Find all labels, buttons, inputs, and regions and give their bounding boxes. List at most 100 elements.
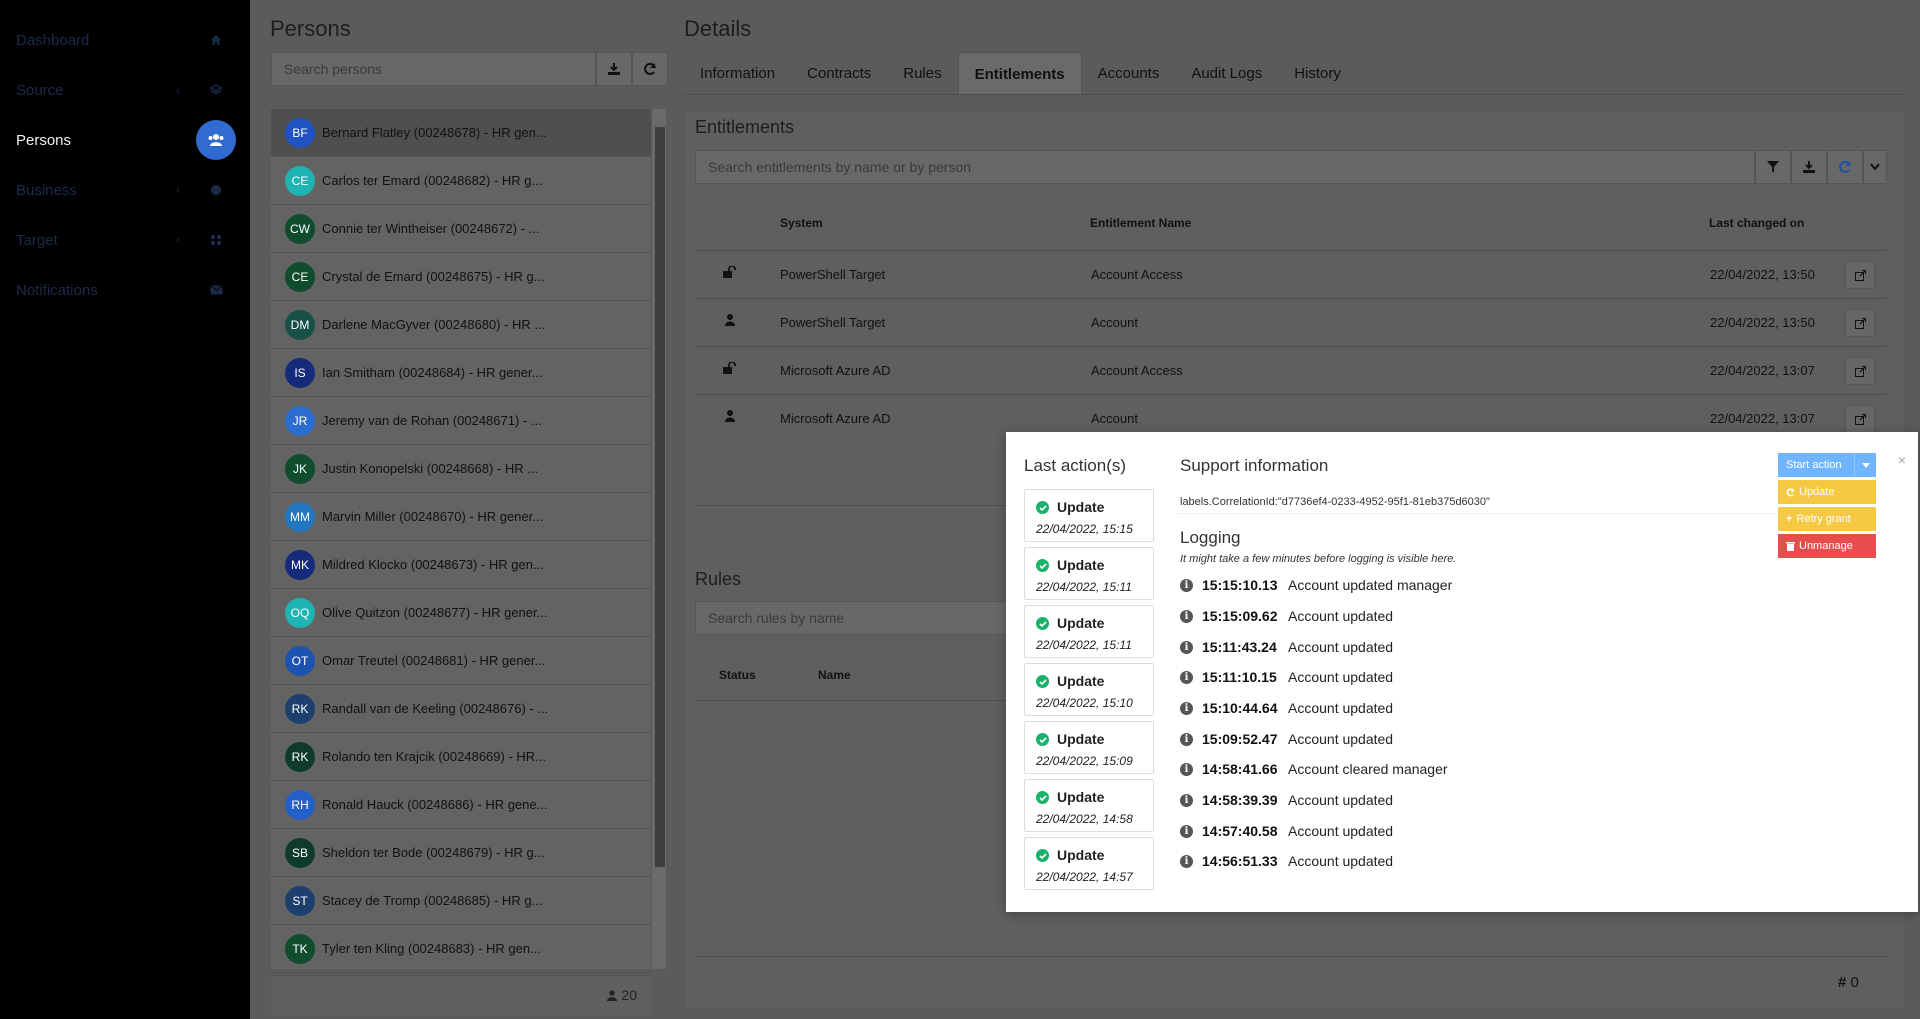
log-entry: i 14:58:39.39 Account updated bbox=[1180, 789, 1393, 811]
action-label: Update bbox=[1057, 673, 1105, 689]
list-item[interactable]: CE Carlos ter Emard (00248682) - HR g... bbox=[271, 157, 651, 205]
download-icon bbox=[1803, 161, 1815, 173]
action-date: 22/04/2022, 14:58 bbox=[1036, 812, 1133, 826]
refresh-button[interactable] bbox=[632, 52, 668, 86]
person-name: Randall van de Keeling (00248676) - ... bbox=[322, 701, 549, 716]
action-card[interactable]: Update 22/04/2022, 14:58 bbox=[1024, 779, 1154, 832]
start-action-button[interactable]: Start action bbox=[1778, 453, 1876, 477]
list-item[interactable]: OT Omar Treutel (00248681) - HR gener... bbox=[271, 637, 651, 685]
action-date: 22/04/2022, 15:11 bbox=[1036, 580, 1132, 594]
column-header-name[interactable]: Name bbox=[818, 668, 851, 682]
person-name: Ian Smitham (00248684) - HR gener... bbox=[322, 365, 543, 380]
list-item[interactable]: RK Randall van de Keeling (00248676) - .… bbox=[271, 685, 651, 733]
action-card[interactable]: Update 22/04/2022, 15:09 bbox=[1024, 721, 1154, 774]
log-message: Account cleared manager bbox=[1288, 761, 1448, 777]
sidebar-item-source[interactable]: Source ‹ bbox=[0, 65, 250, 115]
tab-accounts[interactable]: Accounts bbox=[1082, 52, 1176, 95]
column-header-system[interactable]: System bbox=[780, 216, 823, 230]
info-icon: i bbox=[1180, 793, 1193, 807]
list-item[interactable]: BF Bernard Flatley (00248678) - HR gen..… bbox=[271, 109, 651, 157]
check-circle-icon bbox=[1036, 559, 1049, 572]
sidebar-item-persons[interactable]: Persons bbox=[0, 115, 250, 165]
open-entitlement-button[interactable] bbox=[1845, 309, 1875, 337]
action-card[interactable]: Update 22/04/2022, 15:10 bbox=[1024, 663, 1154, 716]
list-item[interactable]: CW Connie ter Wintheiser (00248672) - ..… bbox=[271, 205, 651, 253]
person-name: Stacey de Tromp (00248685) - HR g... bbox=[322, 893, 543, 908]
update-button[interactable]: Update bbox=[1778, 480, 1876, 504]
person-name: Darlene MacGyver (00248680) - HR ... bbox=[322, 317, 546, 332]
list-item[interactable]: JK Justin Konopelski (00248668) - HR ... bbox=[271, 445, 651, 493]
list-item[interactable]: IS Ian Smitham (00248684) - HR gener... bbox=[271, 349, 651, 397]
list-item[interactable]: JR Jeremy van de Rohan (00248671) - ... bbox=[271, 397, 651, 445]
action-card[interactable]: Update 22/04/2022, 15:15 bbox=[1024, 489, 1154, 542]
list-item[interactable]: OQ Olive Quitzon (00248677) - HR gener..… bbox=[271, 589, 651, 637]
person-name: Rolando ten Krajcik (00248669) - HR... bbox=[322, 749, 547, 764]
avatar: RH bbox=[285, 789, 315, 820]
retry-grant-button[interactable]: + Retry grant bbox=[1778, 507, 1876, 531]
log-message: Account updated bbox=[1288, 639, 1394, 655]
action-card[interactable]: Update 22/04/2022, 15:11 bbox=[1024, 605, 1154, 658]
tab-rules[interactable]: Rules bbox=[887, 52, 957, 95]
open-entitlement-button[interactable] bbox=[1845, 357, 1875, 385]
persons-count-value: 20 bbox=[621, 987, 637, 1003]
sidebar-item-dashboard[interactable]: Dashboard bbox=[0, 15, 250, 65]
tab-information[interactable]: Information bbox=[684, 52, 791, 95]
person-name: Marvin Miller (00248670) - HR gener... bbox=[322, 509, 544, 524]
persons-search-input[interactable]: Search persons bbox=[271, 52, 596, 86]
table-row: PowerShell Target Account Access 22/04/2… bbox=[695, 250, 1887, 298]
column-header-entitlement-name[interactable]: Entitlement Name bbox=[1090, 216, 1191, 230]
persons-title: Persons bbox=[270, 16, 351, 41]
action-card[interactable]: Update 22/04/2022, 14:57 bbox=[1024, 837, 1154, 890]
list-item[interactable]: TK Tyler ten Kling (00248683) - HR gen..… bbox=[271, 925, 651, 973]
tab-entitlements[interactable]: Entitlements bbox=[957, 52, 1082, 95]
avatar: CE bbox=[285, 261, 315, 292]
expand-button[interactable] bbox=[1863, 150, 1887, 184]
caret-down-icon[interactable] bbox=[1854, 453, 1876, 477]
tab-history[interactable]: History bbox=[1278, 52, 1357, 95]
list-item[interactable]: RK Rolando ten Krajcik (00248669) - HR..… bbox=[271, 733, 651, 781]
close-icon[interactable]: × bbox=[1898, 452, 1906, 468]
column-header-status[interactable]: Status bbox=[719, 668, 756, 682]
open-entitlement-button[interactable] bbox=[1845, 405, 1875, 433]
persons-list: BF Bernard Flatley (00248678) - HR gen..… bbox=[271, 109, 651, 973]
persons-scrollbar-thumb[interactable] bbox=[655, 127, 665, 867]
rules-search-input[interactable]: Search rules by name bbox=[695, 601, 1015, 635]
sidebar-item-notifications[interactable]: Notifications bbox=[0, 265, 250, 315]
list-item[interactable]: MM Marvin Miller (00248670) - HR gener..… bbox=[271, 493, 651, 541]
list-item[interactable]: MK Mildred Klocko (00248673) - HR gen... bbox=[271, 541, 651, 589]
action-label: Update bbox=[1057, 615, 1105, 631]
unmanage-button[interactable]: Unmanage bbox=[1778, 534, 1876, 558]
list-item[interactable]: CE Crystal de Emard (00248675) - HR g... bbox=[271, 253, 651, 301]
divider bbox=[695, 956, 1887, 957]
refresh-icon bbox=[1839, 160, 1851, 173]
plus-icon: + bbox=[1786, 513, 1793, 525]
filter-button[interactable] bbox=[1755, 150, 1791, 184]
sidebar-item-target[interactable]: Target ‹ bbox=[0, 215, 250, 265]
entitlements-refresh-button[interactable] bbox=[1827, 150, 1863, 184]
support-info-title: Support information bbox=[1180, 456, 1329, 475]
download-button[interactable] bbox=[596, 52, 632, 86]
globe-icon bbox=[208, 182, 224, 198]
action-label: Update bbox=[1057, 847, 1105, 863]
open-entitlement-button[interactable] bbox=[1845, 261, 1875, 289]
layers-icon bbox=[208, 82, 224, 98]
tab-audit-logs[interactable]: Audit Logs bbox=[1175, 52, 1278, 95]
external-link-icon bbox=[1854, 413, 1866, 425]
info-icon: i bbox=[1180, 854, 1193, 868]
list-item[interactable]: DM Darlene MacGyver (00248680) - HR ... bbox=[271, 301, 651, 349]
entitlements-search-input[interactable]: Search entitlements by name or by person bbox=[695, 150, 1755, 184]
tab-contracts[interactable]: Contracts bbox=[791, 52, 887, 95]
list-item[interactable]: RH Ronald Hauck (00248686) - HR gene... bbox=[271, 781, 651, 829]
person-name: Olive Quitzon (00248677) - HR gener... bbox=[322, 605, 548, 620]
check-circle-icon bbox=[1036, 849, 1049, 862]
column-header-last-changed[interactable]: Last changed on bbox=[1709, 216, 1804, 230]
action-label: Update bbox=[1057, 789, 1105, 805]
action-card[interactable]: Update 22/04/2022, 15:11 bbox=[1024, 547, 1154, 600]
support-modal: Last action(s) Update 22/04/2022, 15:15 … bbox=[1006, 432, 1918, 912]
log-message: Account updated bbox=[1288, 700, 1394, 716]
list-item[interactable]: ST Stacey de Tromp (00248685) - HR g... bbox=[271, 877, 651, 925]
entitlements-download-button[interactable] bbox=[1791, 150, 1827, 184]
sidebar-item-business[interactable]: Business ‹ bbox=[0, 165, 250, 215]
entitlement-system: PowerShell Target bbox=[780, 267, 886, 282]
list-item[interactable]: SB Sheldon ter Bode (00248679) - HR g... bbox=[271, 829, 651, 877]
